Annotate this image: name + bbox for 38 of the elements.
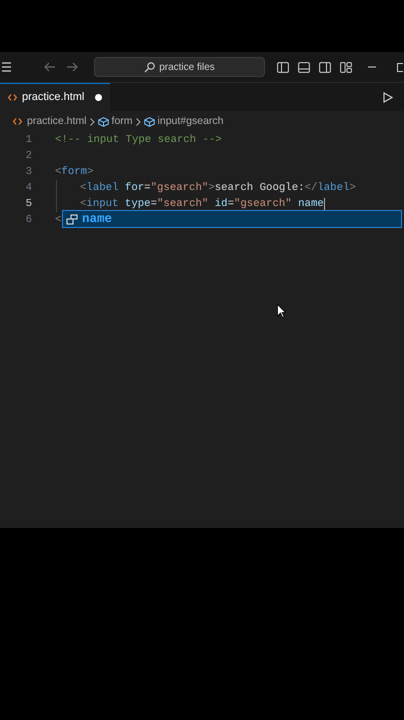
- layout-icon[interactable]: [340, 62, 352, 72]
- breadcrumb-item[interactable]: practice.html: [27, 114, 87, 130]
- sidebar-toggle-icon[interactable]: [277, 62, 289, 72]
- code-line: <!-- input Type search -->: [55, 132, 222, 148]
- panel-toggle-icon[interactable]: [298, 62, 310, 72]
- search-icon: [144, 62, 156, 72]
- line-number: 3: [24, 164, 32, 180]
- text-cursor: [324, 198, 325, 210]
- run-icon[interactable]: [383, 92, 393, 102]
- maximize-icon[interactable]: [397, 62, 403, 72]
- code-file-icon: [8, 94, 17, 101]
- secondary-sidebar-icon[interactable]: [319, 62, 331, 72]
- chevron-icon: [136, 118, 141, 126]
- line-number: 5: [24, 196, 32, 212]
- breadcrumb-item[interactable]: form: [112, 114, 133, 130]
- code-line: <input type="search" id="gsearch" name: [80, 196, 324, 212]
- tab-label: practice.html: [22, 90, 84, 106]
- search-field[interactable]: practice files: [94, 57, 265, 77]
- suggestion-item[interactable]: name: [62, 210, 402, 228]
- breadcrumb-item[interactable]: input#gsearch: [158, 114, 224, 130]
- code-file-icon: [13, 118, 22, 125]
- line-number: 1: [24, 132, 32, 148]
- minimize-icon[interactable]: [368, 66, 376, 68]
- line-number: 6: [24, 212, 32, 228]
- editor-tab[interactable]: practice.html: [0, 83, 110, 111]
- back-arrow-icon[interactable]: [44, 62, 56, 72]
- property-icon: [66, 214, 78, 224]
- chevron-icon: [90, 118, 95, 126]
- menu-icon[interactable]: [2, 62, 11, 72]
- mouse-pointer-icon: [277, 304, 286, 318]
- code-line: <: [55, 212, 62, 228]
- cube-icon: [144, 116, 155, 126]
- cube-icon: [98, 116, 109, 126]
- code-line: <form>: [55, 164, 94, 180]
- line-number: 2: [24, 148, 32, 164]
- line-number: 4: [24, 180, 32, 196]
- code-line: <label for="gsearch">search Google:</label>: [80, 180, 356, 196]
- forward-arrow-icon[interactable]: [66, 62, 78, 72]
